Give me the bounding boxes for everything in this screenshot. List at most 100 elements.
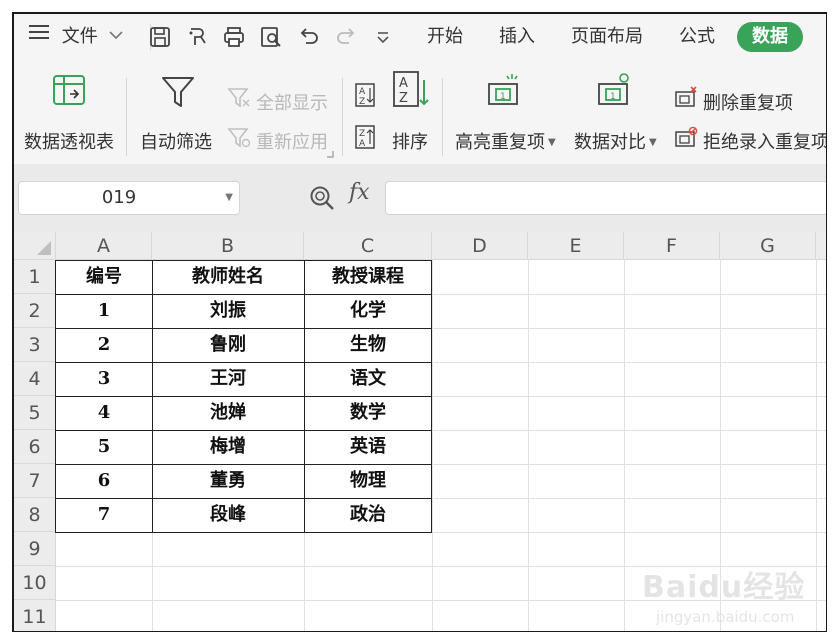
column-header-a[interactable]: A (56, 232, 152, 260)
sort-button[interactable]: 排序 (392, 128, 428, 154)
baidu-watermark: Baidu经验 jingyan.baidu.com (638, 562, 826, 631)
reject-duplicates-icon[interactable] (674, 126, 698, 148)
svg-text:A: A (359, 87, 366, 97)
table-cell[interactable]: 政治 (304, 498, 432, 532)
table-cell[interactable]: 3 (56, 362, 152, 396)
column-header-overflow (816, 232, 826, 260)
show-all-button[interactable]: 全部显示 (256, 89, 328, 115)
column-header-d[interactable]: D (432, 232, 528, 260)
file-menu-label: 文件 (61, 26, 98, 47)
sort-icon[interactable]: AZ (392, 70, 430, 110)
table-cell[interactable]: 7 (56, 498, 152, 532)
column-header-e[interactable]: E (528, 232, 624, 260)
reapply-button[interactable]: 重新应用 (256, 128, 328, 154)
column-header-f[interactable]: F (624, 232, 720, 260)
column-header-c[interactable]: C (304, 232, 432, 260)
print-preview-icon[interactable] (259, 25, 283, 49)
remove-duplicates-icon[interactable] (674, 86, 698, 108)
row-header-7[interactable]: 7 (14, 464, 56, 498)
file-menu[interactable]: 文件 (28, 14, 124, 60)
table-cell[interactable]: 王河 (152, 362, 304, 396)
table-header-cell[interactable]: 教授课程 (304, 260, 432, 294)
table-cell[interactable]: 语文 (304, 362, 432, 396)
row-header-1[interactable]: 1 (14, 260, 56, 294)
table-cell[interactable]: 鲁刚 (152, 328, 304, 362)
row-header-4[interactable]: 4 (14, 362, 56, 396)
insert-function-button[interactable]: fx (349, 180, 370, 205)
undo-icon[interactable] (297, 25, 321, 49)
highlight-duplicates-button[interactable]: 高亮重复项 ▼ (455, 128, 556, 154)
reject-duplicates-button[interactable]: 拒绝录入重复项 (703, 128, 826, 154)
table-cell[interactable]: 段峰 (152, 498, 304, 532)
redo-icon[interactable] (334, 25, 358, 49)
table-border-horizontal (55, 328, 432, 329)
name-box[interactable]: 019 ▼ (18, 181, 240, 215)
column-header-b[interactable]: B (152, 232, 304, 260)
row-header-6[interactable]: 6 (14, 430, 56, 464)
row-header-9[interactable]: 9 (14, 532, 56, 566)
print-icon[interactable] (222, 25, 246, 49)
filter-settings-icon[interactable] (326, 150, 334, 158)
table-cell[interactable]: 英语 (304, 430, 432, 464)
table-header-cell[interactable]: 编号 (56, 260, 152, 294)
spreadsheet-window: 文件 开始 插入 页面布局 公式 数据 数据透视表 自动筛选 全部显示 重新应用… (12, 12, 827, 632)
chevron-down-icon[interactable]: ▼ (225, 182, 233, 214)
save-icon[interactable] (148, 25, 172, 49)
svg-text:Z: Z (359, 97, 365, 107)
table-cell[interactable]: 物理 (304, 464, 432, 498)
pivot-table-button[interactable]: 数据透视表 (24, 128, 114, 154)
svg-text:1: 1 (610, 92, 616, 102)
ribbon-data: 数据透视表 自动筛选 全部显示 重新应用 AZ ZA AZ 排序 1 高亮重复项… (14, 64, 826, 164)
filter-icon[interactable] (160, 74, 196, 110)
table-cell[interactable]: 5 (56, 430, 152, 464)
table-cell[interactable]: 董勇 (152, 464, 304, 498)
sort-descending-icon[interactable]: ZA (354, 124, 376, 150)
tab-data[interactable]: 数据 (737, 22, 803, 52)
svg-text:Z: Z (399, 91, 408, 106)
table-cell[interactable]: 1 (56, 294, 152, 328)
tab-page-layout[interactable]: 页面布局 (571, 14, 643, 60)
pivot-table-icon[interactable] (52, 74, 86, 106)
table-header-cell[interactable]: 教师姓名 (152, 260, 304, 294)
magnifier-icon[interactable] (308, 184, 336, 212)
dropdown-arrow-icon: ▼ (548, 137, 556, 148)
chevron-down-icon (109, 14, 124, 58)
tab-formulas[interactable]: 公式 (679, 14, 715, 60)
table-cell[interactable]: 化学 (304, 294, 432, 328)
table-cell[interactable]: 数学 (304, 396, 432, 430)
table-cell[interactable]: 生物 (304, 328, 432, 362)
table-border-horizontal (55, 532, 432, 533)
row-header-5[interactable]: 5 (14, 396, 56, 430)
svg-text:Z: Z (359, 129, 365, 139)
row-header-8[interactable]: 8 (14, 498, 56, 532)
menu-bar: 文件 开始 插入 页面布局 公式 数据 (14, 14, 826, 64)
row-header-11[interactable]: 11 (14, 600, 56, 631)
table-cell[interactable]: 6 (56, 464, 152, 498)
reapply-filter-icon (227, 126, 251, 148)
table-cell[interactable]: 池婵 (152, 396, 304, 430)
dropdown-arrow-icon: ▼ (649, 137, 657, 148)
column-header-g[interactable]: G (720, 232, 816, 260)
table-cell[interactable]: 2 (56, 328, 152, 362)
data-compare-button[interactable]: 数据对比 ▼ (574, 128, 657, 154)
tab-insert[interactable]: 插入 (499, 14, 535, 60)
row-header-3[interactable]: 3 (14, 328, 56, 362)
table-border-horizontal (55, 430, 432, 431)
tab-home[interactable]: 开始 (427, 14, 463, 60)
data-compare-icon[interactable]: 1 (596, 72, 634, 108)
auto-filter-button[interactable]: 自动筛选 (140, 128, 212, 154)
table-cell[interactable]: 4 (56, 396, 152, 430)
remove-duplicates-button[interactable]: 删除重复项 (703, 89, 793, 115)
format-painter-icon[interactable] (186, 25, 210, 49)
row-header-10[interactable]: 10 (14, 566, 56, 600)
select-all-corner[interactable] (14, 232, 56, 260)
gridline-vertical (432, 260, 433, 631)
highlight-duplicates-icon[interactable]: 1 (486, 72, 524, 108)
formula-input[interactable] (385, 181, 826, 215)
table-cell[interactable]: 刘振 (152, 294, 304, 328)
quick-access-dropdown-icon[interactable] (371, 25, 395, 49)
table-cell[interactable]: 梅增 (152, 430, 304, 464)
svg-text:1: 1 (500, 92, 506, 102)
sort-ascending-icon[interactable]: AZ (354, 82, 376, 108)
row-header-2[interactable]: 2 (14, 294, 56, 328)
